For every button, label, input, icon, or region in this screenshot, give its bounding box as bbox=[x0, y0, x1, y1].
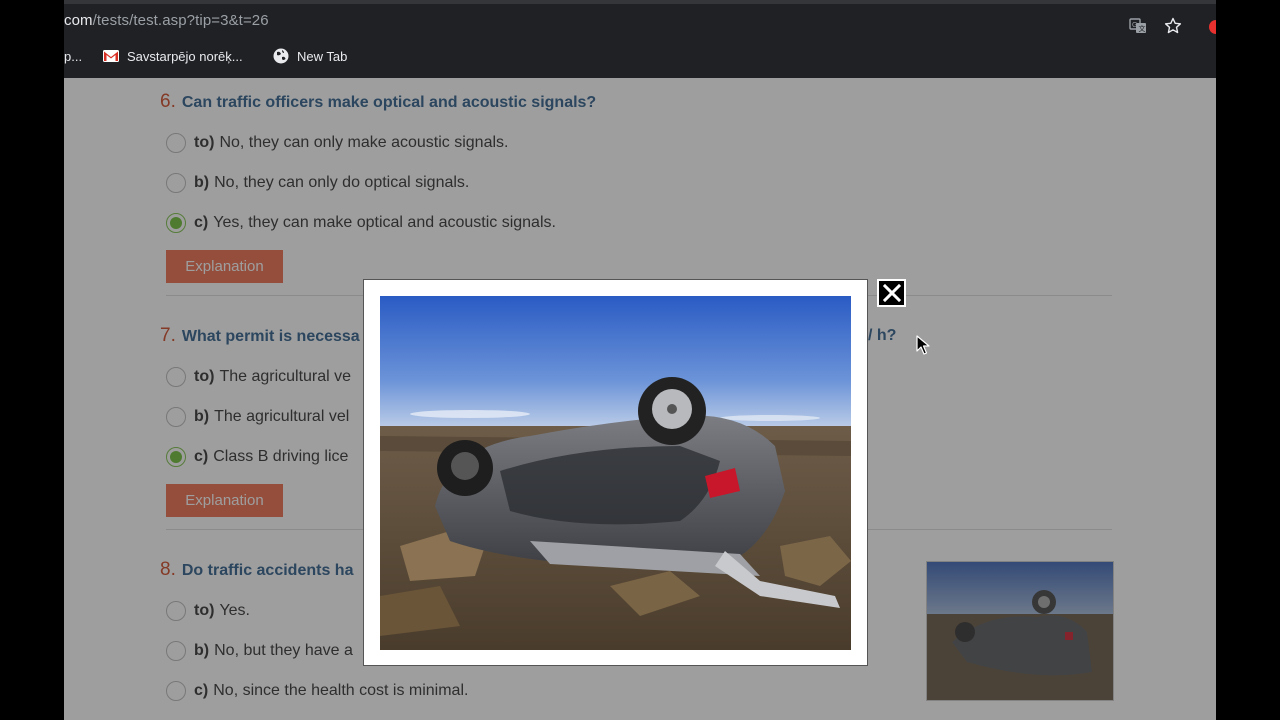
bookmark-label: New Tab bbox=[297, 48, 348, 64]
image-lightbox bbox=[363, 279, 868, 666]
bookmark-item-3[interactable]: New Tab bbox=[273, 44, 347, 68]
star-icon[interactable] bbox=[1164, 17, 1182, 35]
translate-icon[interactable]: G 文 bbox=[1129, 17, 1147, 35]
browser-window: com/tests/test.asp?tip=3&t=26 G 文 p... S… bbox=[64, 0, 1216, 720]
close-icon[interactable] bbox=[877, 279, 906, 307]
bookmark-item-1[interactable]: p... bbox=[64, 44, 82, 68]
svg-text:文: 文 bbox=[1139, 24, 1146, 33]
browser-toolbar: com/tests/test.asp?tip=3&t=26 G 文 p... S… bbox=[64, 0, 1216, 78]
address-bar[interactable]: com/tests/test.asp?tip=3&t=26 G 文 bbox=[64, 6, 1216, 36]
bookmark-label: Savstarpējo norēķ... bbox=[127, 48, 243, 64]
bookmarks-bar: p... Savstarpējo norēķ... New Tab bbox=[64, 44, 1216, 68]
mouse-cursor-icon bbox=[916, 335, 930, 355]
bookmark-label: p... bbox=[64, 48, 83, 64]
svg-text:G: G bbox=[1132, 22, 1137, 29]
globe-icon bbox=[273, 48, 289, 64]
url-path: /tests/test.asp?tip=3&t=26 bbox=[92, 12, 269, 29]
url-host: com bbox=[64, 12, 93, 29]
profile-avatar[interactable] bbox=[1209, 20, 1216, 34]
bookmark-item-2[interactable]: Savstarpējo norēķ... bbox=[103, 44, 243, 68]
tab-strip-edge bbox=[64, 0, 1216, 4]
url-text[interactable]: com/tests/test.asp?tip=3&t=26 bbox=[64, 12, 269, 30]
gmail-icon bbox=[103, 50, 119, 62]
lightbox-image bbox=[380, 296, 851, 650]
